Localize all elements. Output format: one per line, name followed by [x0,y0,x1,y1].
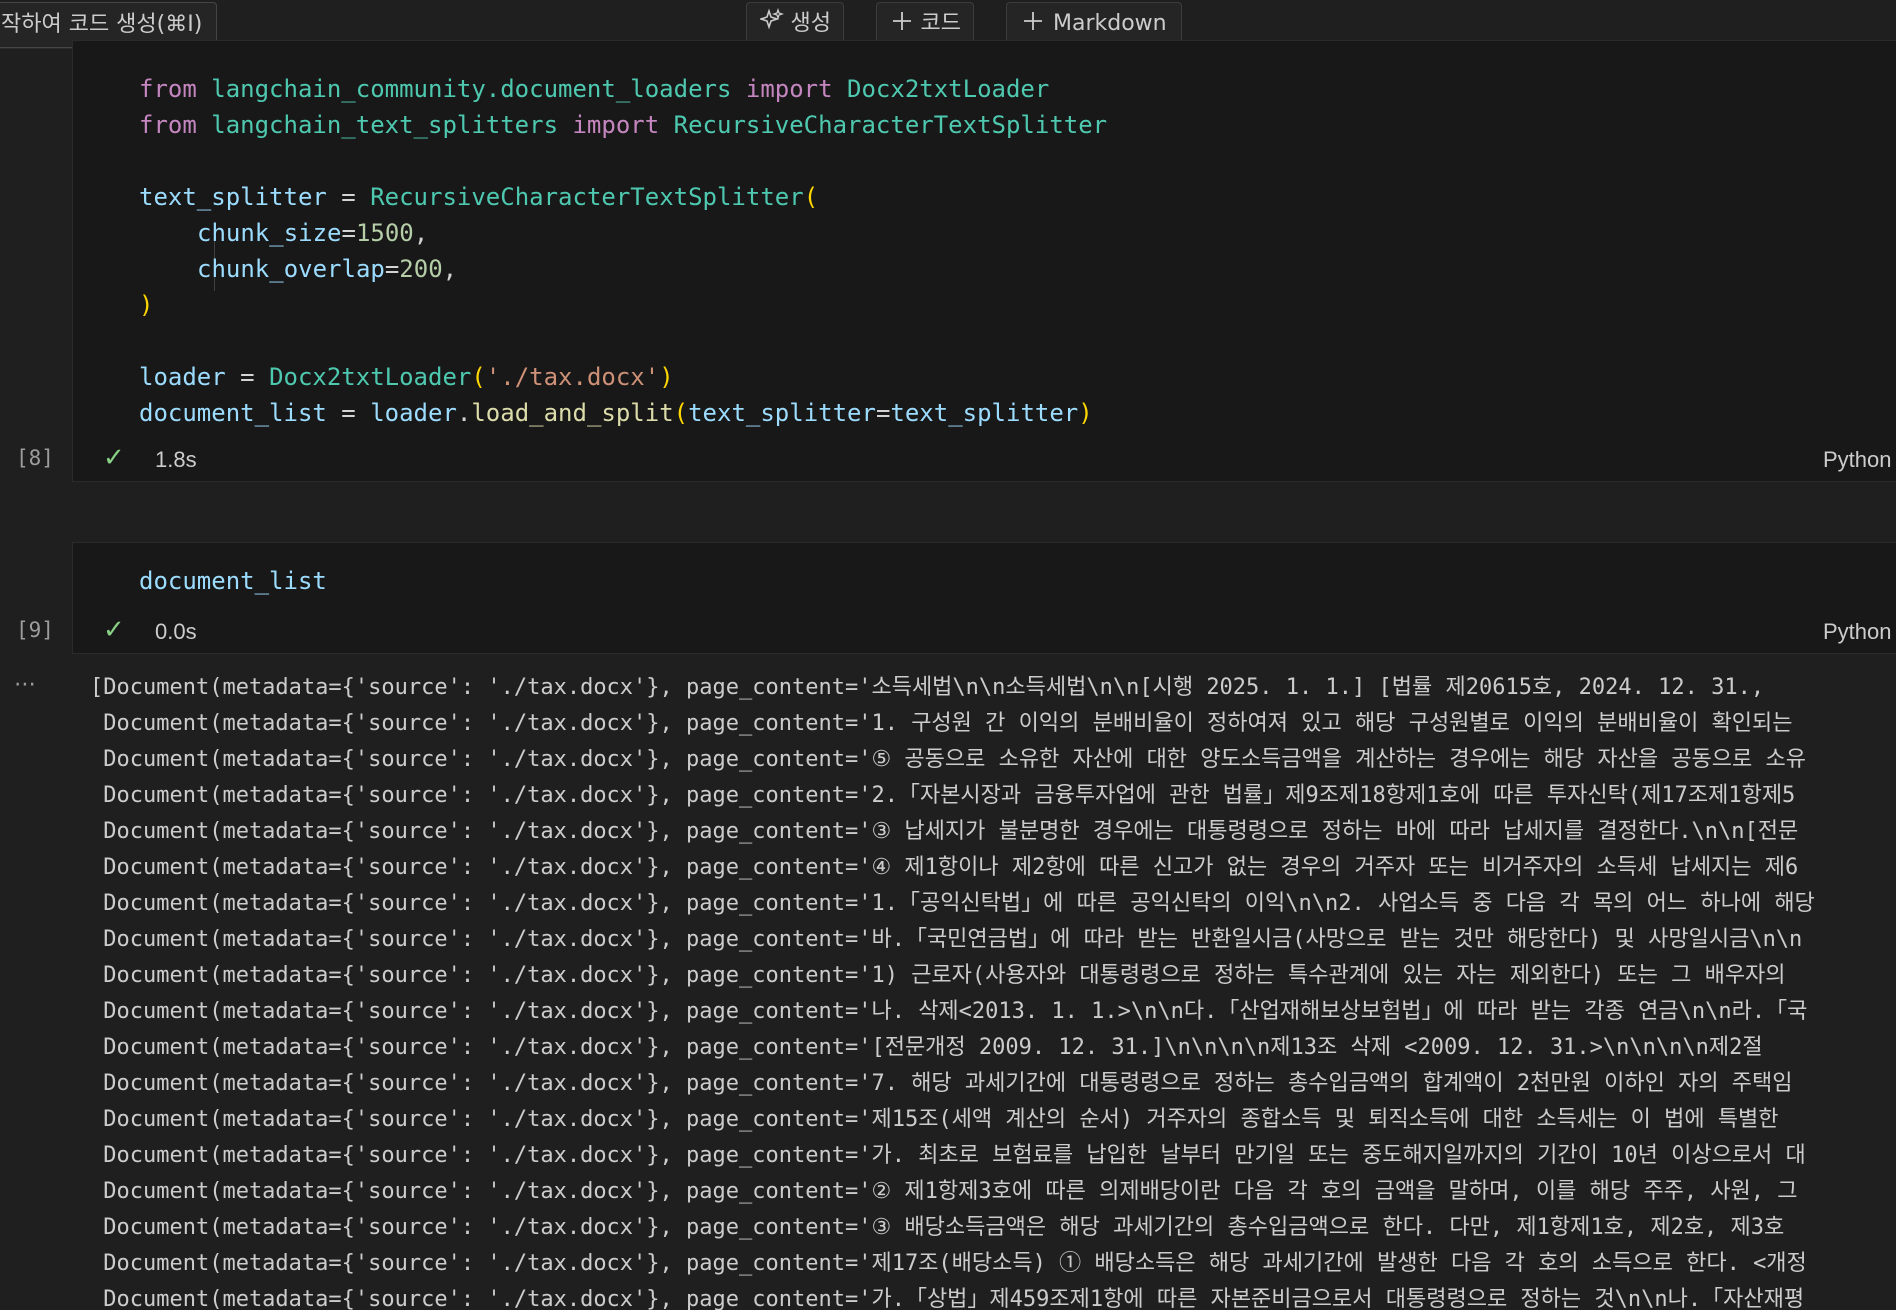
execution-count: [9] [16,618,54,642]
output-line: Document(metadata={'source': './tax.docx… [90,963,1786,988]
code-line[interactable]: document_list [139,563,327,599]
code-line[interactable]: from langchain_community.document_loader… [139,71,1049,107]
output-line: [Document(metadata={'source': './tax.doc… [90,675,1765,700]
output-line: Document(metadata={'source': './tax.docx… [90,891,1815,916]
output-line: Document(metadata={'source': './tax.docx… [90,747,1807,772]
code-line[interactable]: ) [139,287,153,323]
cell-status-bar: ✓ 1.8s Python [73,439,1896,479]
output-line: Document(metadata={'source': './tax.docx… [90,1107,1779,1132]
output-line: Document(metadata={'source': './tax.docx… [90,999,1808,1024]
kernel-language-button[interactable]: Python [1823,447,1892,473]
execution-time: 0.0s [155,619,197,644]
code-line[interactable]: text_splitter = RecursiveCharacterTextSp… [139,179,818,215]
output-line: Document(metadata={'source': './tax.docx… [90,1287,1805,1310]
code-line[interactable]: chunk_size=1500, [197,215,428,251]
code-cell-9[interactable]: document_list ✓ 0.0s Python [72,542,1896,654]
kernel-language-button[interactable]: Python [1823,619,1892,645]
code-line[interactable]: from langchain_text_splitters import Rec… [139,107,1107,143]
output-line: Document(metadata={'source': './tax.docx… [90,1179,1798,1204]
notebook-page: 작하여 코드 생성(⌘I) 생성 코드 Markdown from langch… [0,0,1896,1310]
code-line[interactable]: chunk_overlap=200, [197,251,457,287]
output-line: Document(metadata={'source': './tax.docx… [90,819,1799,844]
output-line: Document(metadata={'source': './tax.docx… [90,1215,1785,1240]
output-line: Document(metadata={'source': './tax.docx… [90,1251,1807,1276]
output-line: Document(metadata={'source': './tax.docx… [90,1035,1763,1060]
output-line: Document(metadata={'source': './tax.docx… [90,1071,1793,1096]
check-icon: ✓ [103,615,125,645]
output-line: Document(metadata={'source': './tax.docx… [90,711,1793,736]
check-icon: ✓ [103,443,125,473]
execution-time: 1.8s [155,447,197,472]
output-line: Document(metadata={'source': './tax.docx… [90,855,1799,880]
output-line: Document(metadata={'source': './tax.docx… [90,927,1803,952]
code-cell-8[interactable]: from langchain_community.document_loader… [72,40,1896,482]
cell-output: [Document(metadata={'source': './tax.doc… [90,670,1896,1310]
code-line[interactable]: document_list = loader.load_and_split(te… [139,395,1093,431]
code-line[interactable]: loader = Docx2txtLoader('./tax.docx') [139,359,674,395]
cell-status-bar: ✓ 0.0s Python [73,611,1896,651]
output-line: Document(metadata={'source': './tax.docx… [90,783,1796,808]
output-line: Document(metadata={'source': './tax.docx… [90,1143,1806,1168]
ellipsis-icon[interactable]: ⋯ [14,672,36,697]
execution-count: [8] [16,446,54,470]
